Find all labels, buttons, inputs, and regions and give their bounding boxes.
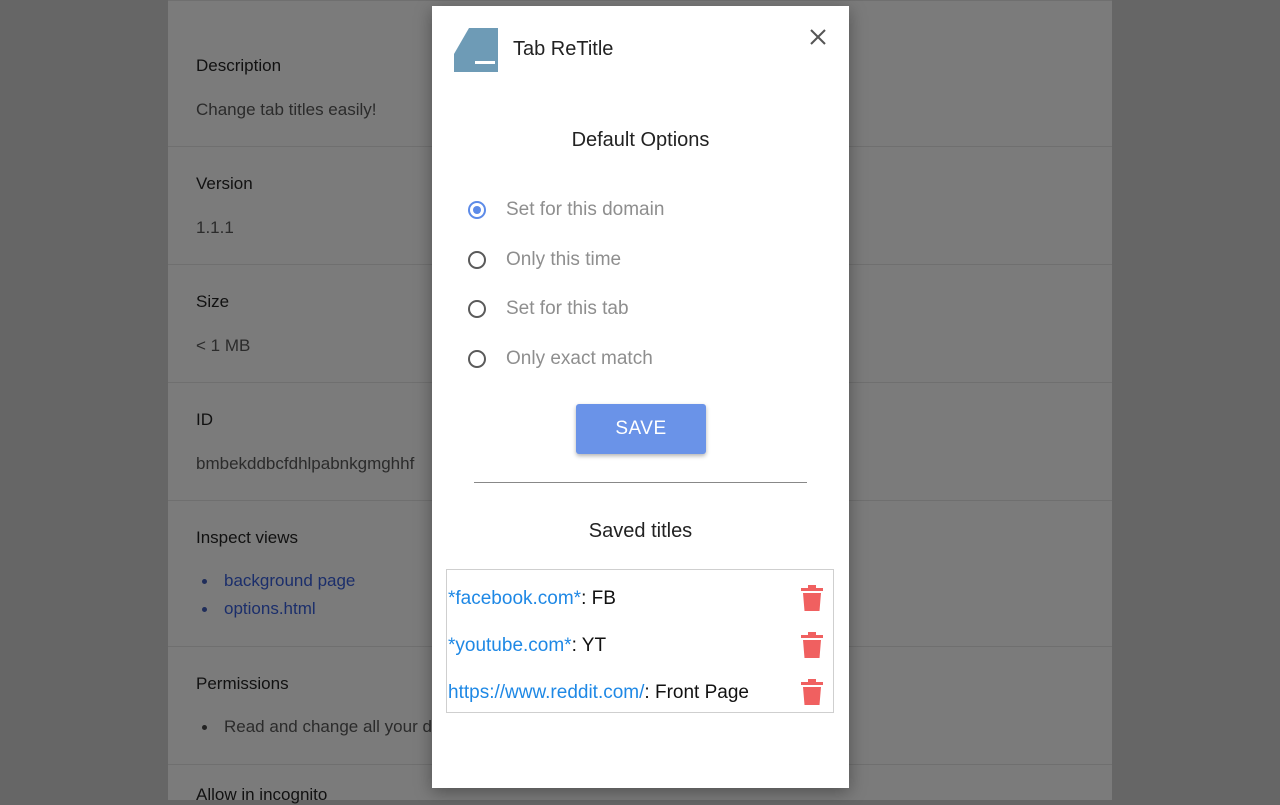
radio[interactable] xyxy=(468,300,486,318)
list-item: options.html xyxy=(200,595,355,623)
inspect-views-label: Inspect views xyxy=(196,528,299,547)
saved-pattern-link[interactable]: *facebook.com* xyxy=(448,588,581,609)
saved-pattern-link[interactable]: https://www.reddit.com/ xyxy=(448,682,644,703)
background-page-link[interactable]: background page xyxy=(224,571,355,590)
saved-title-text: YT xyxy=(581,635,607,656)
app-title: Tab ReTitle xyxy=(513,38,614,60)
option-set-for-tab[interactable]: Set for this tab xyxy=(466,294,629,324)
trash-icon xyxy=(801,632,823,658)
close-icon xyxy=(810,29,826,45)
option-label: Set for this domain xyxy=(506,199,665,220)
description-value: Change tab titles easily! xyxy=(196,100,377,119)
list-item: *youtube.com*: YT xyxy=(447,631,833,661)
saved-pattern-link[interactable]: *youtube.com* xyxy=(448,635,572,656)
delete-button[interactable] xyxy=(801,632,825,660)
saved-title-text: Front Page xyxy=(654,682,749,703)
radio[interactable] xyxy=(468,350,486,368)
option-label: Set for this tab xyxy=(506,298,629,319)
id-value: bmbekddbcfdhlpabnkgmghhf xyxy=(196,454,415,473)
delete-button[interactable] xyxy=(801,585,825,613)
saved-titles-heading: Saved titles xyxy=(588,520,693,542)
id-label: ID xyxy=(196,410,213,429)
version-value: 1.1.1 xyxy=(196,218,234,237)
close-button[interactable] xyxy=(803,22,833,52)
option-label: Only this time xyxy=(506,249,622,270)
save-button[interactable]: SAVE xyxy=(576,404,706,454)
incognito-label: Allow in incognito xyxy=(196,785,328,804)
inspect-views-list: background page options.html xyxy=(200,567,355,623)
radio[interactable] xyxy=(468,251,486,269)
version-label: Version xyxy=(196,174,253,193)
delete-button[interactable] xyxy=(801,679,825,707)
radio-checked[interactable] xyxy=(468,201,486,219)
trash-icon xyxy=(801,679,823,705)
tab-retitle-popup: Tab ReTitle Default Options Set for this… xyxy=(432,6,849,788)
saved-title-text: FB xyxy=(591,588,616,609)
option-label: Only exact match xyxy=(506,348,653,369)
size-label: Size xyxy=(196,292,230,311)
size-value: < 1 MB xyxy=(196,336,251,355)
list-item: *facebook.com*: FB xyxy=(447,584,833,614)
divider xyxy=(474,482,807,483)
default-options-heading: Default Options xyxy=(571,129,710,151)
trash-icon xyxy=(801,585,823,611)
list-item: https://www.reddit.com/: Front Page xyxy=(447,678,833,708)
permissions-label: Permissions xyxy=(196,674,289,693)
option-only-exact-match[interactable]: Only exact match xyxy=(466,344,653,374)
list-item: background page xyxy=(200,567,355,595)
list-item: Read and change all your d xyxy=(200,713,432,741)
options-html-link[interactable]: options.html xyxy=(224,599,316,618)
saved-titles-list: *facebook.com*: FB *youtube.com*: YT htt… xyxy=(446,569,834,713)
tab-retitle-logo-icon xyxy=(454,28,500,74)
option-only-this-time[interactable]: Only this time xyxy=(466,245,621,275)
permissions-list: Read and change all your d xyxy=(200,713,432,741)
description-label: Description xyxy=(196,56,282,75)
option-set-for-domain[interactable]: Set for this domain xyxy=(466,195,664,225)
